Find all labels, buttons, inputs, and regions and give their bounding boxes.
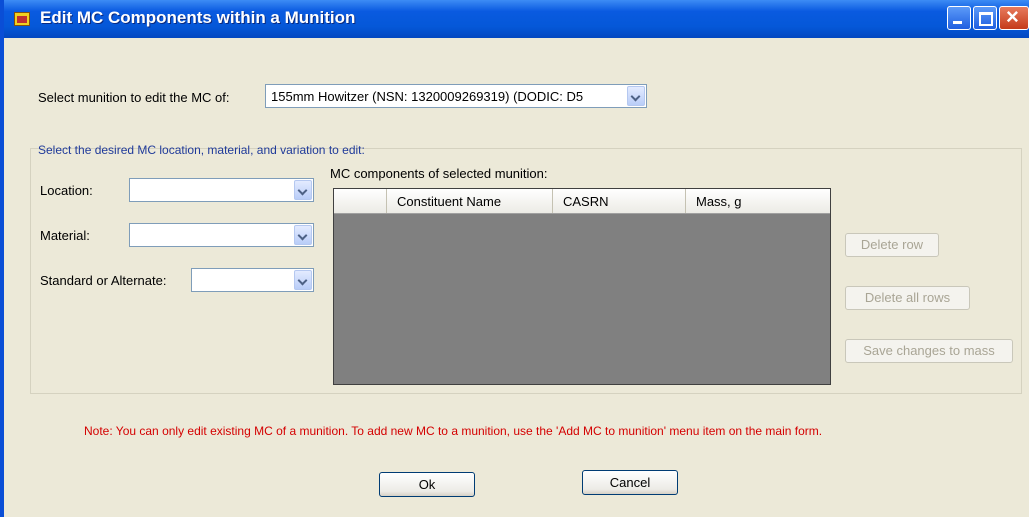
minimize-button[interactable] (947, 6, 971, 30)
munition-select-value: 155mm Howitzer (NSN: 1320009269319) (DOD… (271, 89, 584, 104)
column-header-casrn[interactable]: CASRN (552, 189, 685, 213)
material-select[interactable] (129, 223, 314, 247)
location-label: Location: (40, 183, 93, 198)
dialog-window: Edit MC Components within a Munition Sel… (0, 0, 1029, 517)
munition-select[interactable]: 155mm Howitzer (NSN: 1320009269319) (DOD… (265, 84, 647, 108)
standard-alternate-label: Standard or Alternate: (40, 273, 167, 288)
window-title: Edit MC Components within a Munition (40, 8, 356, 27)
mc-components-grid[interactable]: Constituent Name CASRN Mass, g (333, 188, 831, 385)
delete-row-button[interactable]: Delete row (845, 233, 939, 257)
note-text: Note: You can only edit existing MC of a… (84, 424, 823, 438)
grid-header: Constituent Name CASRN Mass, g (334, 189, 830, 214)
delete-all-rows-button[interactable]: Delete all rows (845, 286, 970, 310)
column-header-mass[interactable]: Mass, g (685, 189, 830, 213)
ok-button[interactable]: Ok (379, 472, 475, 497)
chevron-down-icon[interactable] (294, 225, 312, 245)
grid-caption: MC components of selected munition: (330, 166, 548, 181)
standard-alternate-select[interactable] (191, 268, 314, 292)
cancel-button[interactable]: Cancel (582, 470, 678, 495)
material-label: Material: (40, 228, 90, 243)
app-icon (14, 12, 30, 26)
chevron-down-icon[interactable] (294, 180, 312, 200)
chevron-down-icon[interactable] (294, 270, 312, 290)
maximize-button[interactable] (973, 6, 997, 30)
title-bar[interactable]: Edit MC Components within a Munition (4, 0, 1029, 38)
munition-label: Select munition to edit the MC of: (38, 90, 230, 105)
group-caption: Select the desired MC location, material… (38, 143, 365, 157)
row-header-cell (334, 189, 386, 213)
location-select[interactable] (129, 178, 314, 202)
chevron-down-icon[interactable] (627, 86, 645, 106)
close-button[interactable] (999, 4, 1029, 30)
column-header-constituent[interactable]: Constituent Name (386, 189, 552, 213)
save-changes-to-mass-button[interactable]: Save changes to mass (845, 339, 1013, 363)
